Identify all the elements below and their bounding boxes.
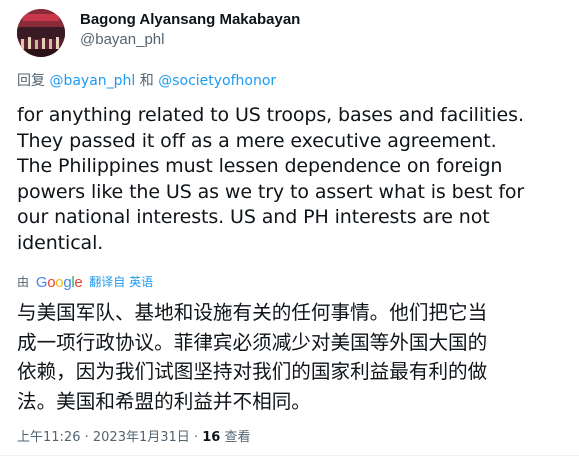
translation-language-link[interactable]: 翻译自 英语 <box>89 275 153 289</box>
google-logo: Google <box>35 274 83 291</box>
tweet-meta: 上午11:26 · 2023年1月31日 · 16 查看 <box>17 428 250 448</box>
tweet-text-line: They passed it off as a mere executive a… <box>17 129 497 152</box>
tweet-text-line: for anything related to US troops, bases… <box>17 104 524 126</box>
avatar-image <box>17 9 65 57</box>
reply-prefix: 回复 <box>17 73 45 89</box>
translation-prefix: 由 <box>17 275 30 289</box>
author-handle[interactable]: @bayan_phl <box>80 30 300 50</box>
translated-text: 与美国军队、基地和设施有关的任何事情。他们把它当 成一项行政协议。菲律宾必须减少… <box>17 298 577 416</box>
user-info: Bagong Alyansang Makabayan @bayan_phl <box>80 10 300 50</box>
tweet-text-line: our national interests. US and PH intere… <box>17 206 490 229</box>
tweet: Bagong Alyansang Makabayan @bayan_phl 回复… <box>0 0 579 456</box>
tweet-time[interactable]: 上午11:26 <box>17 430 80 445</box>
tweet-date[interactable]: 2023年1月31日 <box>93 430 190 445</box>
translated-text-line: 成一项行政协议。菲律宾必须减少对美国等外国大国的 <box>17 330 488 354</box>
reply-context: 回复 @bayan_phl 和 @societyofhonor <box>17 71 276 91</box>
meta-separator: · <box>84 430 89 445</box>
reply-mention-bayan[interactable]: @bayan_phl <box>49 73 135 89</box>
meta-separator: · <box>193 430 199 445</box>
avatar[interactable] <box>17 9 65 57</box>
tweet-text-line: identical. <box>17 231 104 254</box>
tweet-text-line: The Philippines must lessen dependence o… <box>17 155 503 178</box>
reply-conjunction: 和 <box>139 73 154 89</box>
views-count[interactable]: 16 <box>202 430 220 445</box>
tweet-text: for anything related to US troops, bases… <box>17 103 577 257</box>
translated-text-line: 法。美国和希盟的利益并不相同。 <box>17 389 311 413</box>
translation-attribution: 由 Google 翻译自 英语 <box>17 273 153 292</box>
views-label: 查看 <box>224 430 251 445</box>
translated-text-line: 依赖，因为我们试图坚持对我们的国家利益最有利的做 <box>17 360 488 383</box>
tweet-text-line: powers like the US as we try to assert w… <box>17 180 525 203</box>
author-display-name[interactable]: Bagong Alyansang Makabayan <box>80 10 300 30</box>
translated-text-line: 与美国军队、基地和设施有关的任何事情。他们把它当 <box>17 301 488 324</box>
reply-mention-societyofhonor[interactable]: @societyofhonor <box>158 73 276 89</box>
